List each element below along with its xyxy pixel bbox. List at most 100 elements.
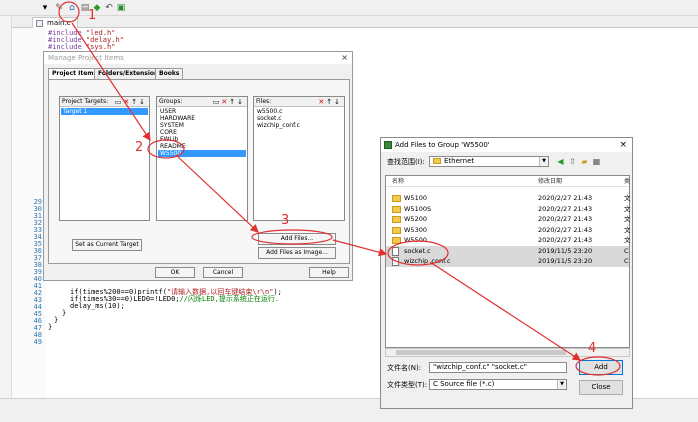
cell-type: C bbox=[624, 257, 629, 265]
add-files-button[interactable]: Add Files... bbox=[258, 233, 336, 245]
keil-app-icon bbox=[384, 141, 392, 149]
dropdown-icon[interactable]: ▾ bbox=[39, 2, 51, 14]
manage-project-items-dialog: Manage Project Items × Project Items Fol… bbox=[43, 51, 353, 281]
editor-tab-bar: main.c bbox=[12, 16, 698, 28]
column-type[interactable]: 类 bbox=[624, 176, 630, 187]
cell-type: 文 bbox=[624, 236, 631, 244]
back-icon[interactable]: ◀ bbox=[555, 156, 566, 167]
list-item-group[interactable]: USER bbox=[158, 108, 246, 115]
filename-label: 文件名(N): bbox=[387, 364, 422, 372]
help-button[interactable]: Help bbox=[309, 267, 349, 278]
list-item-group[interactable]: SYSTEM bbox=[158, 122, 246, 129]
files-list[interactable]: Files: ✕↑↓ w5500.c socket.c wizchip_conf… bbox=[253, 96, 345, 221]
wand-icon[interactable]: ✎ bbox=[53, 2, 65, 14]
set-current-target-button[interactable]: Set as Current Target bbox=[72, 239, 142, 251]
toolbar: ▾ ✎ ⌂ ▤ ◆ ↶ ▣ bbox=[0, 0, 698, 16]
folder-icon bbox=[433, 158, 441, 164]
file-row-selected[interactable]: socket.c 2019/11/5 23:20 C bbox=[386, 245, 629, 257]
list-item-file[interactable]: wizchip_conf.c bbox=[255, 122, 343, 129]
list-item-target-1[interactable]: Target 1 bbox=[61, 108, 148, 115]
folder-icon bbox=[392, 237, 401, 244]
filename-input[interactable]: "wizchip_conf.c" "socket.c" bbox=[429, 362, 567, 373]
tab-main-c[interactable]: main.c bbox=[32, 17, 78, 28]
look-in-label: 查找范围(I): bbox=[387, 158, 425, 166]
list-item-file[interactable]: w5500.c bbox=[255, 108, 343, 115]
move-down-icon[interactable]: ↓ bbox=[237, 98, 245, 106]
list-toolbar: ▭✕↑↓ bbox=[115, 97, 147, 107]
cell-name: W5100 bbox=[404, 194, 427, 202]
look-in-combo[interactable]: Ethernet ▼ bbox=[429, 156, 549, 167]
code-line-include-sys: #include "sys.h" bbox=[48, 43, 116, 51]
add-files-as-image-button[interactable]: Add Files as Image... bbox=[258, 247, 336, 259]
cell-type: 文 bbox=[624, 194, 631, 202]
cell-date: 2019/11/5 23:20 bbox=[538, 246, 593, 255]
list-item-group[interactable]: FWLib bbox=[158, 136, 246, 143]
code-line-delay: delay_ms(10); bbox=[70, 302, 125, 310]
close-button[interactable]: Close bbox=[579, 380, 623, 395]
folder-row[interactable]: W5300 2020/2/27 21:43 文 bbox=[386, 225, 631, 236]
chevron-down-icon: ▼ bbox=[539, 157, 548, 166]
file-list-header: 名称 修改日期 类 bbox=[386, 176, 630, 187]
folder-icon bbox=[392, 205, 401, 213]
cell-name: socket.c bbox=[404, 246, 431, 255]
up-folder-icon[interactable]: ⇧ bbox=[567, 156, 578, 167]
cell-date: 2020/2/27 21:43 bbox=[538, 236, 593, 244]
dialog-title: Manage Project Items bbox=[48, 54, 124, 62]
list-toolbar: ▭✕↑↓ bbox=[213, 97, 245, 107]
folder-icon bbox=[392, 226, 401, 234]
move-down-icon[interactable]: ↓ bbox=[139, 98, 147, 106]
file-list-view[interactable]: 名称 修改日期 类 W5100 2020/2/27 21:43 文 W5100S 202… bbox=[385, 175, 631, 348]
view-menu-icon[interactable]: ▦ bbox=[591, 156, 602, 167]
filetype-select[interactable]: C Source file (*.c) ▼ bbox=[429, 379, 567, 390]
close-icon[interactable]: × bbox=[341, 52, 348, 64]
cancel-button[interactable]: Cancel bbox=[203, 267, 243, 278]
cell-date: 2019/11/5 23:20 bbox=[538, 257, 593, 265]
add-button[interactable]: Add bbox=[579, 360, 623, 375]
annotation-step-4: 4 bbox=[588, 341, 597, 356]
column-date[interactable]: 修改日期 bbox=[538, 176, 562, 187]
folder-row[interactable]: W5500 2020/2/27 21:43 文 bbox=[386, 235, 631, 246]
cell-type: C bbox=[624, 246, 629, 255]
file-row-selected[interactable]: wizchip_conf.c 2019/11/5 23:20 C bbox=[386, 256, 629, 267]
pack-installer-icon[interactable]: ▣ bbox=[115, 2, 127, 14]
dialog-title-bar: Manage Project Items × bbox=[44, 52, 352, 64]
folder-icon bbox=[392, 216, 401, 223]
move-down-icon[interactable]: ↓ bbox=[334, 98, 342, 106]
close-icon[interactable]: × bbox=[619, 138, 627, 152]
ok-button[interactable]: OK bbox=[155, 267, 195, 278]
scrollbar-thumb[interactable] bbox=[396, 350, 566, 355]
filetype-label: 文件类型(T): bbox=[387, 381, 428, 389]
list-item-group-selected[interactable]: W5500 bbox=[158, 150, 246, 157]
list-header: Groups: ▭✕↑↓ bbox=[157, 97, 247, 107]
tab-books[interactable]: Books bbox=[155, 68, 184, 79]
c-file-icon bbox=[392, 257, 399, 266]
code-line-brace: } bbox=[48, 323, 53, 331]
cell-date: 2020/2/27 21:43 bbox=[538, 204, 593, 213]
groups-list[interactable]: Groups: ▭✕↑↓ USER HARDWARE SYSTEM CORE F… bbox=[156, 96, 248, 221]
move-up-icon[interactable]: ↑ bbox=[131, 98, 139, 106]
cell-type: 文 bbox=[624, 215, 631, 223]
dialog-title: Add Files to Group 'W5500' bbox=[395, 141, 490, 149]
manage-project-icon[interactable]: ⌂ bbox=[66, 2, 78, 14]
column-name[interactable]: 名称 bbox=[392, 176, 404, 187]
annotation-step-1: 1 bbox=[88, 8, 97, 23]
annotation-step-3: 3 bbox=[281, 213, 290, 228]
folder-row[interactable]: W5200 2020/2/27 21:43 文 bbox=[386, 214, 631, 225]
dialog-title-bar: Add Files to Group 'W5500' × bbox=[381, 138, 632, 152]
cell-name: W5100S bbox=[404, 204, 432, 213]
list-item-group[interactable]: CORE bbox=[158, 129, 246, 136]
add-files-dialog: Add Files to Group 'W5500' × 查找范围(I): Et… bbox=[380, 137, 633, 409]
project-targets-list[interactable]: Project Targets: ▭✕↑↓ Target 1 bbox=[59, 96, 150, 221]
list-item-group[interactable]: HARDWARE bbox=[158, 115, 246, 122]
folder-row[interactable]: W5100 2020/2/27 21:43 文 bbox=[386, 193, 631, 204]
undo-icon[interactable]: ↶ bbox=[103, 2, 115, 14]
new-folder-icon[interactable]: ▰ bbox=[579, 156, 590, 167]
chevron-down-icon: ▼ bbox=[557, 380, 566, 389]
folder-row[interactable]: W5100S 2020/2/27 21:43 文 bbox=[386, 204, 631, 215]
list-item-file[interactable]: socket.c bbox=[255, 115, 343, 122]
list-header: Project Targets: ▭✕↑↓ bbox=[60, 97, 149, 107]
list-item-group[interactable]: README bbox=[158, 143, 246, 150]
list-header: Files: ✕↑↓ bbox=[254, 97, 344, 107]
move-up-icon[interactable]: ↑ bbox=[229, 98, 237, 106]
move-up-icon[interactable]: ↑ bbox=[326, 98, 334, 106]
